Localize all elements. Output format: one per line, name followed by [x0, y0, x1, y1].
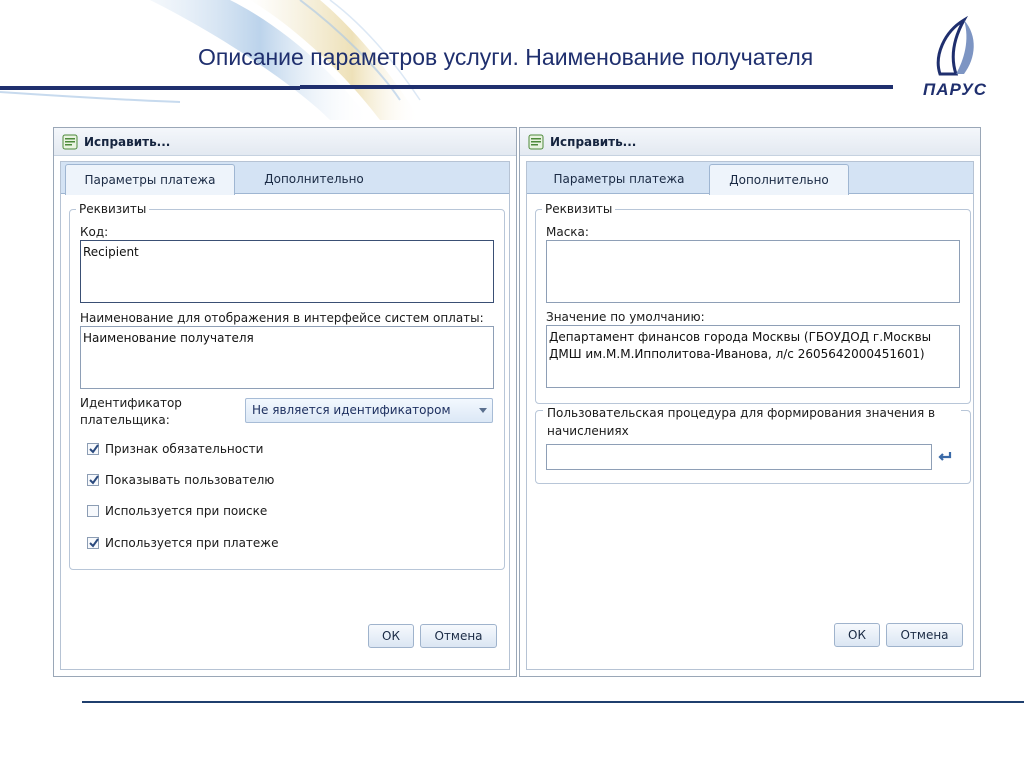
dialog-body: Параметры платежа Дополнительно Реквизит…: [526, 161, 974, 670]
checkbox-label: Показывать пользователю: [105, 473, 275, 487]
payer-identifier-value: Не является идентификатором: [252, 403, 451, 417]
cancel-button[interactable]: Отмена: [886, 623, 963, 647]
logo-text: ПАРУС: [923, 80, 987, 99]
slide-title: Описание параметров услуги. Наименование…: [198, 44, 814, 70]
checkbox-required[interactable]: Признак обязательности: [87, 442, 263, 456]
display-name-label: Наименование для отображения в интерфейс…: [80, 311, 484, 325]
identifier-label-line1: Идентификатор: [80, 396, 182, 410]
checkbox-used-in-payment[interactable]: Используется при платеже: [87, 536, 279, 550]
cancel-button[interactable]: Отмена: [420, 624, 497, 648]
dialog-titlebar: Исправить...: [520, 128, 980, 156]
dialog-titlebar: Исправить...: [54, 128, 516, 156]
code-input[interactable]: Recipient: [80, 240, 494, 303]
dialog-title: Исправить...: [550, 134, 637, 149]
checkmark-icon: [89, 444, 99, 454]
edit-dialog-payment-params: Исправить... Параметры платежа Дополните…: [53, 127, 517, 677]
payer-identifier-select[interactable]: Не является идентификатором: [245, 398, 493, 423]
checkmark-icon: [89, 475, 99, 485]
dialog-title: Исправить...: [84, 134, 171, 149]
ok-button[interactable]: ОК: [834, 623, 880, 647]
dialog-body: Параметры платежа Дополнительно Реквизит…: [60, 161, 510, 670]
chevron-down-icon: [479, 408, 487, 413]
checkbox-show-to-user[interactable]: Показывать пользователю: [87, 473, 274, 487]
tab-payment-params[interactable]: Параметры платежа: [531, 164, 707, 194]
checkbox-box[interactable]: [87, 443, 99, 455]
bottom-rule: [82, 701, 1024, 703]
checkbox-label: Используется при платеже: [105, 536, 279, 550]
checkbox-box[interactable]: [87, 505, 99, 517]
edit-form-icon: [528, 134, 544, 149]
procedure-input[interactable]: [546, 444, 932, 470]
tab-payment-params[interactable]: Параметры платежа: [65, 164, 235, 195]
code-label: Код:: [80, 225, 109, 239]
procedure-group-title: Пользовательская процедура для формирова…: [543, 404, 961, 440]
checkbox-label: Используется при поиске: [105, 504, 268, 518]
requisites-group-title: Реквизиты: [545, 202, 613, 216]
tab-additional[interactable]: Дополнительно: [239, 164, 389, 194]
checkbox-label: Признак обязательности: [105, 442, 264, 456]
mask-input[interactable]: [546, 240, 960, 303]
tab-strip: Параметры платежа Дополнительно: [527, 162, 973, 195]
default-value-input[interactable]: Департамент финансов города Москвы (ГБОУ…: [546, 325, 960, 388]
identifier-label-line2: плательщика:: [80, 413, 170, 427]
requisites-group-title: Реквизиты: [79, 202, 147, 216]
tab-additional[interactable]: Дополнительно: [709, 164, 849, 195]
edit-dialog-additional: Исправить... Параметры платежа Дополните…: [519, 127, 981, 677]
mask-label: Маска:: [546, 225, 589, 239]
checkbox-box[interactable]: [87, 537, 99, 549]
checkbox-used-in-search[interactable]: Используется при поиске: [87, 504, 267, 518]
ok-button[interactable]: ОК: [368, 624, 414, 648]
checkbox-box[interactable]: [87, 474, 99, 486]
edit-form-icon: [62, 134, 78, 149]
tab-strip: Параметры платежа Дополнительно: [61, 162, 509, 195]
default-value-label: Значение по умолчанию:: [546, 310, 705, 324]
checkmark-icon: [89, 538, 99, 548]
title-underline: [300, 85, 893, 89]
enter-arrow-icon[interactable]: [937, 451, 953, 463]
display-name-input[interactable]: Наименование получателя: [80, 326, 494, 389]
sail-logo-icon: [936, 15, 974, 76]
parus-logo: ПАРУС: [920, 15, 990, 100]
